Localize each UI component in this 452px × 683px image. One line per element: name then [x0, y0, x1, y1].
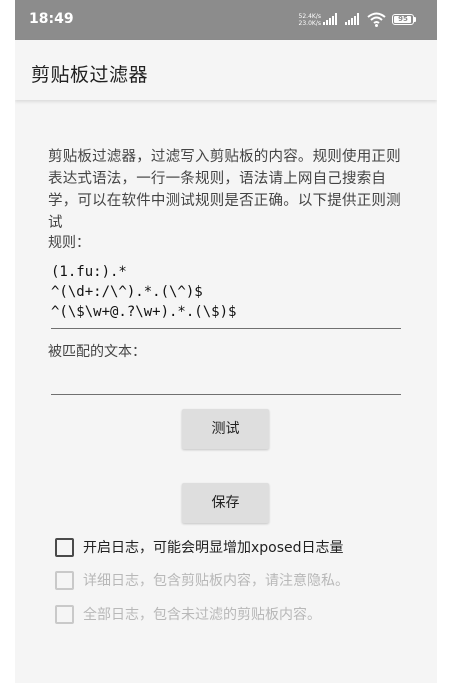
verbose-log-checkbox[interactable]	[55, 571, 74, 590]
enable-log-checkbox[interactable]	[55, 538, 74, 557]
status-time: 18:49	[29, 11, 74, 27]
status-bar: 18:49 52.4K/s 23.0K/s 95	[15, 0, 437, 40]
network-speed-up: 52.4K/s	[298, 13, 321, 20]
save-button[interactable]: 保存	[182, 483, 269, 523]
full-log-label: 全部日志，包含未过滤的剪贴板内容。	[83, 607, 321, 623]
battery-icon: 95	[392, 14, 414, 25]
battery-tip	[414, 17, 416, 22]
rules-input[interactable]: (1.fu:).* ^(\d+:/\^).*.(\^)$ ^(\$\w+@.?\…	[51, 262, 401, 329]
description-text: 剪贴板过滤器，过滤写入剪贴板的内容。规则使用正则表达式语法，一行一条规则，语法请…	[48, 149, 401, 231]
network-speed: 52.4K/s 23.0K/s	[293, 13, 321, 27]
enable-log-label: 开启日志，可能会明显增加xposed日志量	[83, 540, 344, 556]
match-text-input[interactable]	[51, 362, 401, 395]
app-screen: 18:49 52.4K/s 23.0K/s 95 剪贴板过滤器 剪贴板过滤器，过…	[15, 0, 437, 683]
wifi-icon	[367, 12, 386, 27]
test-button[interactable]: 测试	[182, 409, 269, 449]
verbose-log-label: 详细日志，包含剪贴板内容，请注意隐私。	[83, 573, 349, 589]
full-log-checkbox[interactable]	[55, 605, 74, 624]
signal-icon	[323, 13, 337, 25]
match-text-label: 被匹配的文本：	[48, 344, 146, 360]
app-title: 剪贴板过滤器	[31, 64, 149, 86]
battery-level: 95	[398, 15, 408, 23]
app-bar: 剪贴板过滤器	[15, 40, 437, 100]
network-speed-down: 23.0K/s	[298, 20, 321, 27]
rules-label: 规则：	[48, 235, 90, 251]
signal-icon-2	[345, 13, 359, 25]
